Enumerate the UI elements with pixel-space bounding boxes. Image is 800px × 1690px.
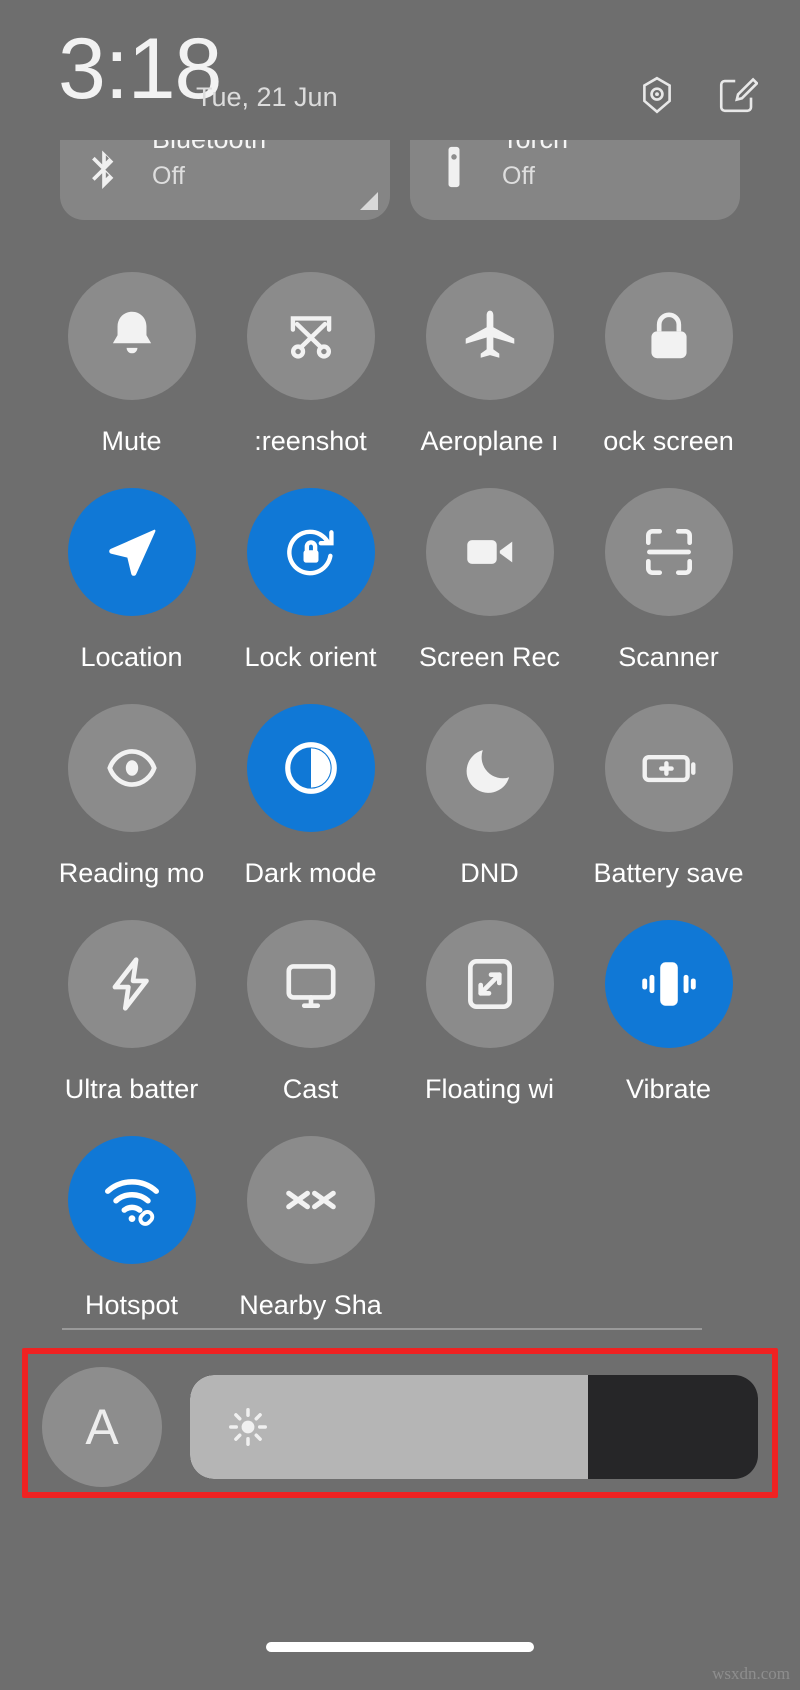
wide-tile-status: Off <box>152 162 185 190</box>
tile-label: Lock orient <box>244 642 377 672</box>
tile-label: Floating wi <box>424 1074 555 1104</box>
tile-label: ock screen <box>603 426 734 456</box>
tile-reading-mode[interactable]: Reading mo <box>42 704 221 920</box>
wide-tile-title: Bluetooth <box>152 140 266 155</box>
expand-corner-indicator[interactable] <box>360 192 378 210</box>
tile-label: Scanner <box>618 642 719 672</box>
tile-label: Mute <box>101 426 162 456</box>
tile-lock-orientation[interactable]: Lock orient <box>221 488 400 704</box>
tile-icon-wrap[interactable] <box>604 704 733 832</box>
vibrate-icon <box>638 953 700 1015</box>
tile-screen-recorder[interactable]: Screen Rec <box>400 488 579 704</box>
tile-mute[interactable]: Mute <box>42 272 221 488</box>
hotspot-wifi-icon <box>101 1169 163 1231</box>
tile-vibrate[interactable]: Vibrate <box>579 920 758 1136</box>
tile-label: Dark mode <box>244 858 377 888</box>
tile-label: Nearby Sha <box>239 1290 382 1320</box>
tile-label: Battery save <box>593 858 744 888</box>
wide-tile-torch[interactable]: Torch Off <box>410 140 740 220</box>
lock-padlock-icon <box>638 305 700 367</box>
tile-label: Screen Rec <box>418 642 561 672</box>
tile-battery-saver[interactable]: Battery save <box>579 704 758 920</box>
tile-label: Location <box>80 642 183 672</box>
eye-icon <box>101 737 163 799</box>
tile-cast[interactable]: Cast <box>221 920 400 1136</box>
tile-label: Reading mo <box>58 858 205 888</box>
clock-date: Tue, 21 Jun <box>196 82 338 112</box>
wide-tile-bluetooth[interactable]: Bluetooth Off <box>60 140 390 220</box>
tile-lock-screen[interactable]: ock screen <box>579 272 758 488</box>
contrast-circle-icon <box>280 737 342 799</box>
tile-scanner[interactable]: Scanner <box>579 488 758 704</box>
home-indicator-bar[interactable] <box>266 1642 534 1652</box>
tile-empty-slot <box>400 1136 579 1352</box>
sun-brightness-icon <box>226 1405 270 1449</box>
tile-dark-mode[interactable]: Dark mode <box>221 704 400 920</box>
scan-frame-icon <box>638 521 700 583</box>
screenshot-icon <box>280 305 342 367</box>
tile-label: Aeroplane ı <box>420 426 559 456</box>
tile-icon-wrap[interactable] <box>246 1136 375 1264</box>
wide-tile-status: Off <box>502 162 535 190</box>
flashlight-icon <box>432 142 476 192</box>
wide-tile-title: Torch <box>502 140 568 155</box>
tile-icon-wrap[interactable] <box>246 272 375 400</box>
tile-icon-wrap[interactable] <box>67 704 196 832</box>
tile-label: Vibrate <box>625 1074 712 1104</box>
tile-floating-window[interactable]: Floating wi <box>400 920 579 1136</box>
auto-brightness-button[interactable]: A <box>42 1367 162 1487</box>
tile-icon-wrap[interactable] <box>604 920 733 1048</box>
tile-icon-wrap[interactable] <box>425 272 554 400</box>
moon-icon <box>459 737 521 799</box>
status-header: 3:18 Tue, 21 Jun <box>0 0 800 136</box>
tile-icon-wrap[interactable] <box>67 272 196 400</box>
tile-label: Ultra batter <box>64 1074 199 1104</box>
tile-icon-wrap[interactable] <box>67 920 196 1048</box>
tile-dnd[interactable]: DND <box>400 704 579 920</box>
monitor-icon <box>280 953 342 1015</box>
tile-icon-wrap[interactable] <box>67 1136 196 1264</box>
quick-settings-panel: 3:18 Tue, 21 Jun Off Off Mute:reenshot … <box>0 0 800 1690</box>
quick-tile-grid: Mute :reenshot Aeroplane ı ock screen Lo… <box>42 272 758 1352</box>
tile-icon-wrap[interactable] <box>425 920 554 1048</box>
tile-ultra-battery-saver[interactable]: Ultra batter <box>42 920 221 1136</box>
gear-hexagon-icon[interactable] <box>636 74 678 116</box>
tile-location[interactable]: Location <box>42 488 221 704</box>
header-icon-group <box>636 74 758 116</box>
auto-brightness-icon: A <box>85 1399 119 1455</box>
tile-icon-wrap[interactable] <box>425 704 554 832</box>
edit-pencil-icon[interactable] <box>716 74 758 116</box>
tile-icon-wrap[interactable] <box>246 704 375 832</box>
tile-hotspot[interactable]: Hotspot <box>42 1136 221 1352</box>
battery-plus-icon <box>638 737 700 799</box>
nearby-share-icon <box>280 1169 342 1231</box>
tile-label: Hotspot <box>84 1290 179 1320</box>
bluetooth-icon <box>82 142 126 192</box>
video-camera-icon <box>459 521 521 583</box>
rotation-lock-icon <box>280 521 342 583</box>
section-divider <box>62 1328 702 1330</box>
tile-empty-slot <box>579 1136 758 1352</box>
lightning-bolt-icon <box>101 953 163 1015</box>
tile-label: DND <box>460 858 519 888</box>
tile-screenshot[interactable]: :reenshot <box>221 272 400 488</box>
bell-icon <box>101 305 163 367</box>
wide-tile-row: Bluetooth Off Torch Off <box>60 140 740 220</box>
tile-icon-wrap[interactable] <box>246 488 375 616</box>
tile-label: :reenshot <box>254 426 367 456</box>
tile-aeroplane-mode[interactable]: Aeroplane ı <box>400 272 579 488</box>
airplane-icon <box>459 305 521 367</box>
tile-icon-wrap[interactable] <box>604 272 733 400</box>
tile-label: Cast <box>282 1074 339 1104</box>
tile-icon-wrap[interactable] <box>246 920 375 1048</box>
tile-icon-wrap[interactable] <box>425 488 554 616</box>
brightness-slider[interactable] <box>190 1375 758 1479</box>
tile-nearby-share[interactable]: Nearby Sha <box>221 1136 400 1352</box>
watermark: wsxdn.com <box>712 1664 790 1683</box>
floating-window-icon <box>459 953 521 1015</box>
tile-icon-wrap[interactable] <box>67 488 196 616</box>
brightness-control-row: A <box>42 1366 758 1488</box>
location-arrow-icon <box>101 521 163 583</box>
tile-icon-wrap[interactable] <box>604 488 733 616</box>
